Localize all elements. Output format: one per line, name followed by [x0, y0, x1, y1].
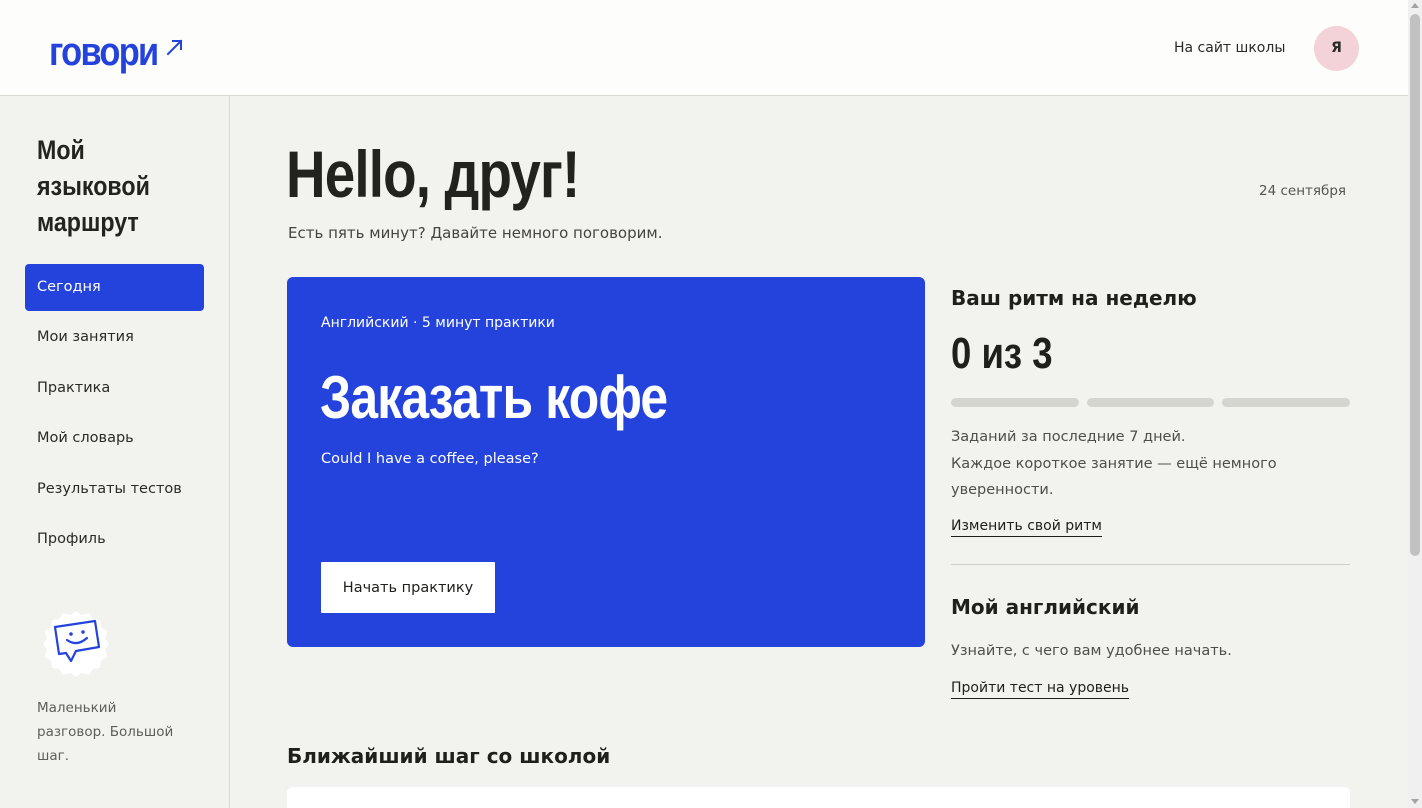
scrollbar-thumb[interactable]	[1410, 14, 1420, 556]
rhythm-note: Заданий за последние 7 дней. Каждое коро…	[951, 424, 1350, 504]
page-subtitle: Есть пять минут? Давайте немного поговор…	[288, 224, 663, 242]
english-note: Узнайте, с чего вам удобнее начать.	[951, 643, 1232, 659]
next-step-title: Ближайший шаг со школой	[287, 744, 611, 768]
english-title: Мой английский	[951, 595, 1140, 619]
practice-phrase: Could I have a coffee, please?	[321, 451, 539, 467]
rhythm-progress-segment	[1086, 398, 1215, 407]
rhythm-note-line: Заданий за последние 7 дней.	[951, 429, 1186, 445]
level-test-link[interactable]: Пройти тест на уровень	[951, 678, 1130, 699]
sidebar-item-today[interactable]: Сегодня	[25, 264, 204, 311]
rhythm-progress-segment	[1222, 398, 1351, 407]
sidebar-nav: Сегодня Мои занятия Практика Мой словарь…	[25, 264, 204, 566]
sidebar-tagline: Маленький разговор. Большой шаг.	[37, 700, 174, 764]
rhythm-title: Ваш ритм на неделю	[951, 286, 1197, 310]
practice-title: Заказать кофе	[320, 364, 668, 431]
school-site-link[interactable]: На сайт школы	[1174, 38, 1285, 58]
scroll-up-icon[interactable]	[1411, 3, 1419, 8]
arrow-up-right-icon	[166, 39, 183, 56]
sidebar-item-dictionary[interactable]: Мой словарь	[25, 415, 204, 462]
sidebar-item-my-lessons[interactable]: Мои занятия	[25, 314, 204, 361]
page: говори На сайт школы Я Мой языковой марш…	[0, 0, 1422, 808]
sidebar-item-practice[interactable]: Практика	[25, 365, 204, 412]
start-practice-button[interactable]: Начать практику	[321, 562, 495, 613]
rhythm-progress-segment	[951, 398, 1079, 407]
rhythm-note-line: Каждое короткое занятие — ещё немного ув…	[951, 455, 1277, 499]
divider	[951, 564, 1350, 565]
scrollbar[interactable]	[1408, 0, 1422, 808]
chat-smile-icon	[43, 611, 109, 677]
sidebar: Мой языковой маршрут Сегодня Мои занятия…	[0, 96, 230, 808]
sidebar-title: Мой языковой маршрут	[37, 135, 150, 237]
avatar[interactable]: Я	[1314, 26, 1359, 71]
top-bar: говори На сайт школы Я	[0, 0, 1408, 96]
rhythm-count: 0 из 3	[951, 329, 1053, 378]
next-step-card	[287, 787, 1350, 808]
practice-card: Английский · 5 минут практики Заказать к…	[287, 277, 925, 647]
logo[interactable]: говори	[49, 30, 159, 74]
rhythm-progress	[951, 398, 1351, 407]
scroll-down-icon[interactable]	[1411, 799, 1419, 804]
practice-meta: Английский · 5 минут практики	[321, 315, 555, 331]
page-title: Hello, друг!	[286, 137, 580, 211]
current-date: 24 сентября	[1259, 183, 1347, 199]
change-rhythm-link[interactable]: Изменить свой ритм	[951, 516, 1102, 537]
sidebar-item-test-results[interactable]: Результаты тестов	[25, 466, 204, 513]
sidebar-item-profile[interactable]: Профиль	[25, 516, 204, 563]
